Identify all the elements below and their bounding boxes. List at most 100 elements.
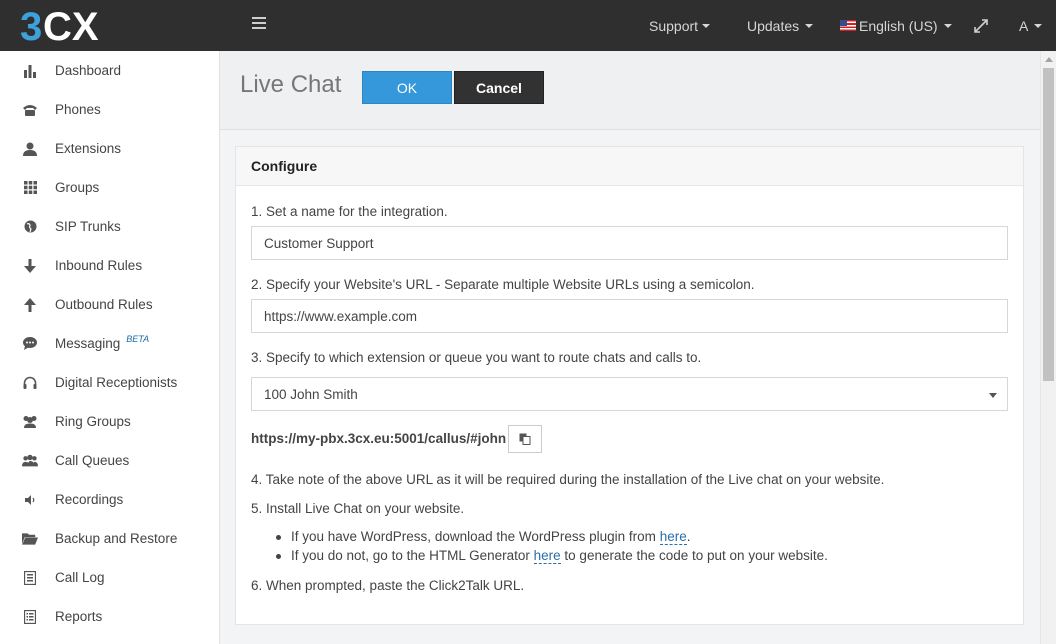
step-4-text: 4. Take note of the above URL as it will…	[251, 472, 885, 487]
headset-icon	[22, 375, 38, 391]
bar-chart-icon	[22, 63, 38, 79]
chevron-down-icon	[943, 23, 952, 28]
beta-badge: BETA	[126, 334, 150, 344]
chevron-down-icon	[702, 23, 711, 28]
html-generator-text: If you do not, go to the HTML Generator	[291, 548, 534, 563]
report-icon	[22, 609, 38, 625]
user-menu[interactable]: A	[1019, 0, 1043, 51]
sidebar-item-label: Ring Groups	[55, 414, 131, 429]
wordpress-text-end: .	[686, 529, 691, 544]
sidebar-item-dashboard[interactable]: Dashboard	[0, 51, 219, 90]
panel-title: Configure	[236, 147, 1023, 186]
html-generator-text-end: to generate the code to put on your webs…	[560, 548, 828, 563]
sidebar-item-call-log[interactable]: Call Log	[0, 558, 219, 597]
sidebar-item-label: Outbound Rules	[55, 297, 153, 312]
menu-toggle-icon[interactable]	[252, 17, 266, 31]
html-generator-link[interactable]: here	[533, 548, 561, 564]
sidebar-item-label: SIP Trunks	[55, 219, 121, 234]
chat-bubble-icon	[22, 336, 38, 352]
top-bar: 3 CX Support Updates English (US) A	[0, 0, 1056, 51]
page-header: Live Chat OK Cancel	[220, 51, 1040, 130]
list-item: If you have WordPress, download the Word…	[276, 529, 828, 548]
sidebar: Dashboard Phones Extensions Groups SIP T…	[0, 51, 220, 644]
phone-icon	[22, 102, 38, 118]
scroll-up-arrow-icon[interactable]	[1045, 57, 1053, 62]
website-url-input[interactable]: https://www.example.com	[251, 299, 1008, 333]
step-3-text: 3. Specify to which extension or queue y…	[251, 350, 702, 365]
step-6-text: 6. When prompted, paste the Click2Talk U…	[251, 578, 525, 593]
sidebar-item-recordings[interactable]: Recordings	[0, 480, 219, 519]
sidebar-item-label: Dashboard	[55, 63, 122, 78]
chevron-down-icon	[1034, 23, 1043, 28]
sidebar-item-outbound-rules[interactable]: Outbound Rules	[0, 285, 219, 324]
sidebar-item-call-queues[interactable]: Call Queues	[0, 441, 219, 480]
globe-icon	[22, 219, 38, 235]
sidebar-item-label: Recordings	[55, 492, 124, 507]
sidebar-item-label: Call Log	[55, 570, 105, 585]
sidebar-item-label: Inbound Rules	[55, 258, 143, 273]
copy-icon	[519, 433, 531, 445]
speaker-icon	[22, 492, 38, 508]
sidebar-item-label: Extensions	[55, 141, 122, 156]
svg-text:3: 3	[20, 5, 42, 46]
sidebar-item-digital-receptionists[interactable]: Digital Receptionists	[0, 363, 219, 402]
sidebar-item-reports[interactable]: Reports	[0, 597, 219, 636]
sidebar-item-label: Digital Receptionists	[55, 375, 178, 390]
folder-open-icon	[22, 531, 38, 547]
queue-users-icon	[22, 453, 38, 469]
ok-button[interactable]: OK	[362, 71, 452, 104]
page-title: Live Chat	[240, 71, 342, 98]
sidebar-item-label: Messaging BETA	[55, 334, 150, 351]
arrow-down-icon	[22, 258, 38, 274]
sidebar-item-label: Phones	[55, 102, 101, 117]
support-label: Support	[649, 17, 699, 34]
chevron-down-icon	[989, 393, 997, 398]
sidebar-item-label: Reports	[55, 609, 103, 624]
language-menu[interactable]: English (US)	[840, 0, 952, 51]
sidebar-item-phones[interactable]: Phones	[0, 90, 219, 129]
list-doc-icon	[22, 570, 38, 586]
copy-url-button[interactable]	[508, 425, 542, 453]
sidebar-item-sip-trunks[interactable]: SIP Trunks	[0, 207, 219, 246]
wordpress-text: If you have WordPress, download the Word…	[291, 529, 660, 544]
sidebar-item-extensions[interactable]: Extensions	[0, 129, 219, 168]
sidebar-item-backup-restore[interactable]: Backup and Restore	[0, 519, 219, 558]
updates-menu[interactable]: Updates	[747, 0, 814, 51]
messaging-label: Messaging	[55, 336, 121, 351]
main-content: Live Chat OK Cancel Configure 1. Set a n…	[220, 51, 1040, 644]
wordpress-plugin-link[interactable]: here	[659, 529, 687, 545]
configure-panel: Configure 1. Set a name for the integrat…	[235, 146, 1024, 625]
language-label: English (US)	[859, 17, 938, 34]
us-flag-icon	[840, 20, 856, 31]
step-5-text: 5. Install Live Chat on your website.	[251, 501, 465, 516]
route-select-value: 100 John Smith	[264, 386, 358, 402]
fullscreen-button[interactable]	[974, 0, 988, 51]
arrow-up-icon	[22, 297, 38, 313]
grid-icon	[22, 180, 38, 196]
svg-text:CX: CX	[43, 5, 99, 46]
user-icon	[22, 141, 38, 157]
sidebar-item-groups[interactable]: Groups	[0, 168, 219, 207]
users-icon	[22, 414, 38, 430]
install-options-list: If you have WordPress, download the Word…	[276, 529, 828, 567]
click2talk-url: https://my-pbx.3cx.eu:5001/callus/#john	[251, 431, 507, 446]
step-1-text: 1. Set a name for the integration.	[251, 204, 448, 219]
route-select[interactable]: 100 John Smith	[251, 377, 1008, 411]
updates-label: Updates	[747, 17, 800, 34]
sidebar-item-ring-groups[interactable]: Ring Groups	[0, 402, 219, 441]
sidebar-item-messaging[interactable]: Messaging BETA	[0, 324, 219, 363]
list-item: If you do not, go to the HTML Generator …	[276, 548, 828, 567]
user-initial: A	[1019, 17, 1029, 34]
expand-icon	[974, 18, 988, 33]
sidebar-item-label: Groups	[55, 180, 100, 195]
scrollbar-thumb[interactable]	[1043, 68, 1054, 381]
sidebar-item-label: Call Queues	[55, 453, 130, 468]
3cx-logo[interactable]: 3 CX	[20, 4, 115, 46]
chevron-down-icon	[805, 23, 814, 28]
sidebar-item-label: Backup and Restore	[55, 531, 178, 546]
sidebar-item-inbound-rules[interactable]: Inbound Rules	[0, 246, 219, 285]
support-menu[interactable]: Support	[649, 0, 711, 51]
cancel-button[interactable]: Cancel	[454, 71, 544, 104]
integration-name-input[interactable]: Customer Support	[251, 226, 1008, 260]
vertical-scrollbar[interactable]	[1040, 51, 1056, 644]
